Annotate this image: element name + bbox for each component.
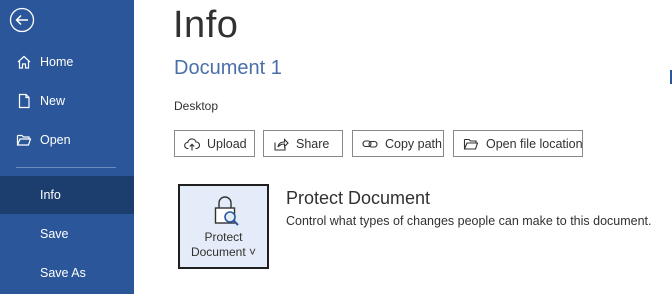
share-button[interactable]: Share xyxy=(263,130,343,157)
sidebar-item-label: Save xyxy=(40,227,69,241)
protect-document-tile-label: Protect Document ˅ xyxy=(180,230,267,260)
open-folder-icon xyxy=(16,134,32,146)
new-document-icon xyxy=(18,93,30,109)
protect-document-description: Control what types of changes people can… xyxy=(286,214,652,228)
back-button[interactable] xyxy=(9,7,35,33)
protect-tile-line2: Document ˅ xyxy=(190,245,257,259)
sidebar-item-label: Open xyxy=(40,133,71,147)
sidebar-item-open[interactable]: Open xyxy=(0,121,134,159)
sidebar-item-label: Info xyxy=(40,188,61,202)
sidebar-item-info[interactable]: Info xyxy=(0,176,134,214)
protect-document-title: Protect Document xyxy=(286,188,431,208)
backstage-sidebar: Home New Open Info Save Save As xyxy=(0,0,134,294)
upload-cloud-icon xyxy=(184,137,200,150)
document-location: Desktop xyxy=(174,99,219,113)
sidebar-item-save[interactable]: Save xyxy=(0,215,134,253)
folder-open-icon xyxy=(463,138,479,150)
protect-tile-line1: Protect xyxy=(204,230,243,244)
copy-path-button[interactable]: Copy path xyxy=(352,130,444,157)
home-icon xyxy=(17,55,31,69)
sidebar-item-label: Save As xyxy=(40,266,86,280)
sidebar-divider xyxy=(16,167,116,168)
document-name: Document 1 xyxy=(174,57,282,79)
back-arrow-icon xyxy=(9,7,35,33)
share-label: Share xyxy=(296,136,330,151)
sidebar-item-new[interactable]: New xyxy=(0,82,134,120)
sidebar-item-label: Home xyxy=(40,55,74,69)
copy-path-label: Copy path xyxy=(385,136,442,151)
open-file-location-label: Open file location xyxy=(486,136,583,151)
page-title: Info xyxy=(173,4,239,46)
upload-button[interactable]: Upload xyxy=(174,130,255,157)
protect-document-button[interactable]: Protect Document ˅ xyxy=(178,184,269,269)
sidebar-item-save-as[interactable]: Save As xyxy=(0,254,134,292)
sidebar-item-home[interactable]: Home xyxy=(0,43,134,81)
upload-label: Upload xyxy=(207,136,247,151)
lock-search-icon xyxy=(214,196,239,226)
open-file-location-button[interactable]: Open file location xyxy=(453,130,583,157)
link-icon xyxy=(362,139,378,148)
share-icon xyxy=(274,137,289,151)
sidebar-item-label: New xyxy=(40,94,66,108)
